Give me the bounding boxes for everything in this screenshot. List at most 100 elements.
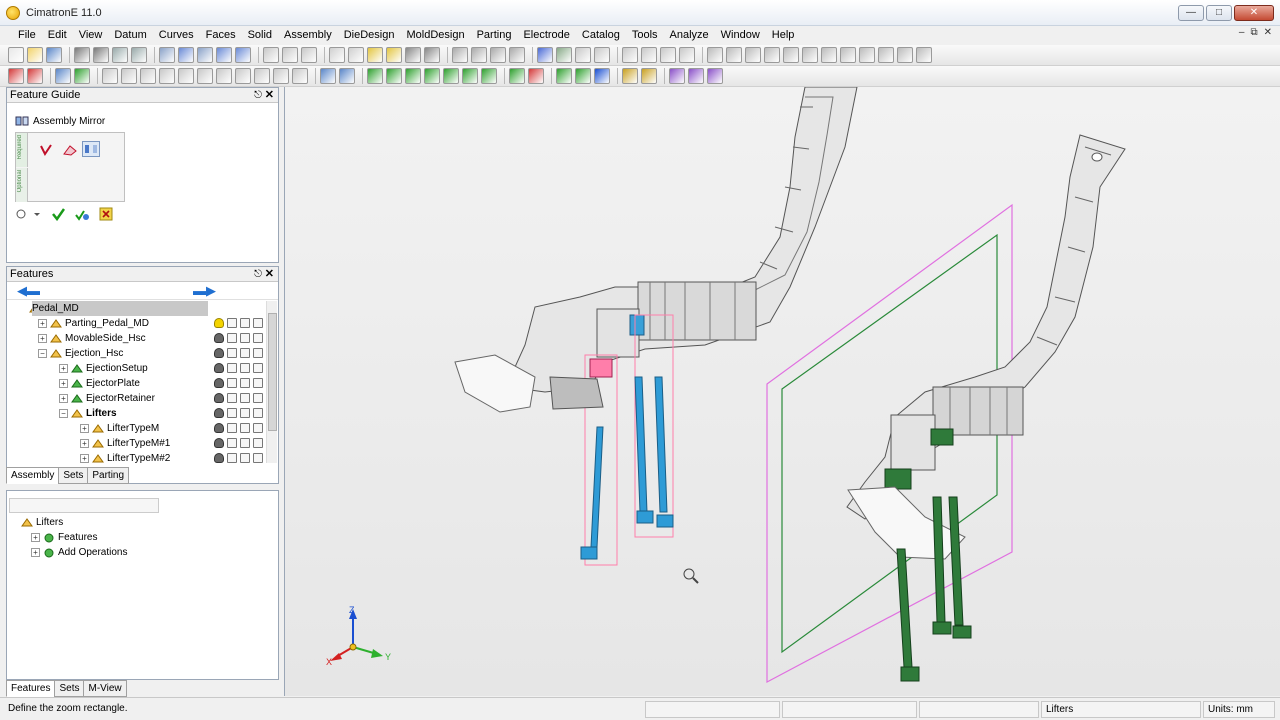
secondary-tool-16-icon[interactable] bbox=[292, 68, 308, 84]
filter-field[interactable] bbox=[9, 498, 159, 513]
tree-item[interactable]: + MovableSide_Hsc bbox=[7, 331, 269, 346]
main-tool-24-icon[interactable] bbox=[424, 47, 440, 63]
lower-tab-sets[interactable]: Sets bbox=[54, 680, 85, 697]
activate-icon[interactable] bbox=[227, 318, 237, 328]
secondary-tool-27-icon[interactable] bbox=[481, 68, 497, 84]
link-icon[interactable] bbox=[253, 393, 263, 403]
tree-item[interactable]: + LifterTypeM bbox=[7, 421, 269, 436]
menu-solid[interactable]: Solid bbox=[242, 26, 278, 44]
secondary-tool-3-icon[interactable] bbox=[55, 68, 71, 84]
main-tool-17-icon[interactable] bbox=[301, 47, 317, 63]
secondary-tool-9-icon[interactable] bbox=[159, 68, 175, 84]
menu-curves[interactable]: Curves bbox=[153, 26, 200, 44]
collapse-icon[interactable]: − bbox=[38, 349, 47, 358]
select-plane-step-icon[interactable] bbox=[62, 143, 78, 157]
doc-close-icon[interactable]: ✕ bbox=[1264, 27, 1272, 38]
secondary-tool-29-icon[interactable] bbox=[509, 68, 525, 84]
secondary-tool-30-icon[interactable] bbox=[528, 68, 544, 84]
link-icon[interactable] bbox=[253, 423, 263, 433]
preview-options-icon[interactable] bbox=[15, 208, 41, 220]
activate-icon[interactable] bbox=[227, 348, 237, 358]
model-view[interactable]: Z Y X bbox=[285, 87, 1280, 696]
display-mode-icon[interactable] bbox=[240, 378, 250, 388]
activate-icon[interactable] bbox=[227, 408, 237, 418]
menu-diedesign[interactable]: DieDesign bbox=[338, 26, 401, 44]
link-icon[interactable] bbox=[253, 348, 263, 358]
secondary-tool-18-icon[interactable] bbox=[320, 68, 336, 84]
visibility-bulb-icon[interactable] bbox=[214, 408, 224, 418]
apply-icon[interactable] bbox=[51, 207, 65, 221]
activate-icon[interactable] bbox=[227, 393, 237, 403]
menu-faces[interactable]: Faces bbox=[200, 26, 242, 44]
tree-item[interactable]: − Lifters bbox=[7, 406, 269, 421]
features-tab-parting[interactable]: Parting bbox=[87, 467, 130, 484]
secondary-tool-6-icon[interactable] bbox=[102, 68, 118, 84]
secondary-tool-1-icon[interactable] bbox=[27, 68, 43, 84]
main-tool-34-icon[interactable] bbox=[594, 47, 610, 63]
visibility-bulb-icon[interactable] bbox=[214, 423, 224, 433]
main-tool-1-icon[interactable] bbox=[27, 47, 43, 63]
main-tool-50-icon[interactable] bbox=[878, 47, 894, 63]
graphics-viewport[interactable]: Z Y X bbox=[284, 87, 1280, 696]
main-tool-45-icon[interactable] bbox=[783, 47, 799, 63]
menu-tools[interactable]: Tools bbox=[626, 26, 664, 44]
collapse-icon[interactable]: − bbox=[59, 409, 68, 418]
main-tool-21-icon[interactable] bbox=[367, 47, 383, 63]
secondary-tool-26-icon[interactable] bbox=[462, 68, 478, 84]
display-mode-icon[interactable] bbox=[240, 363, 250, 373]
main-tool-29-icon[interactable] bbox=[509, 47, 525, 63]
secondary-tool-7-icon[interactable] bbox=[121, 68, 137, 84]
features-tab-sets[interactable]: Sets bbox=[58, 467, 89, 484]
lower-tab-m-view[interactable]: M-View bbox=[83, 680, 127, 697]
close-icon[interactable]: ✕ bbox=[265, 267, 274, 282]
main-tool-32-icon[interactable] bbox=[556, 47, 572, 63]
menu-assembly[interactable]: Assembly bbox=[278, 26, 338, 44]
maximize-button[interactable]: □ bbox=[1206, 5, 1232, 21]
display-mode-icon[interactable] bbox=[240, 423, 250, 433]
activate-icon[interactable] bbox=[227, 423, 237, 433]
link-icon[interactable] bbox=[253, 408, 263, 418]
main-tool-5-icon[interactable] bbox=[93, 47, 109, 63]
visibility-bulb-icon[interactable] bbox=[214, 318, 224, 328]
display-mode-icon[interactable] bbox=[240, 408, 250, 418]
expand-icon[interactable]: + bbox=[59, 394, 68, 403]
main-tool-12-icon[interactable] bbox=[216, 47, 232, 63]
pin-icon[interactable]: ⎋ bbox=[254, 267, 262, 282]
tree-item[interactable]: Pedal_MD bbox=[7, 301, 269, 316]
main-tool-28-icon[interactable] bbox=[490, 47, 506, 63]
main-tool-33-icon[interactable] bbox=[575, 47, 591, 63]
doc-minimize-icon[interactable]: – bbox=[1239, 27, 1245, 38]
link-icon[interactable] bbox=[253, 333, 263, 343]
visibility-bulb-icon[interactable] bbox=[214, 453, 224, 463]
main-tool-0-icon[interactable] bbox=[8, 47, 24, 63]
main-tool-36-icon[interactable] bbox=[622, 47, 638, 63]
expand-icon[interactable]: + bbox=[38, 334, 47, 343]
expand-icon[interactable]: + bbox=[31, 533, 40, 542]
main-tool-42-icon[interactable] bbox=[726, 47, 742, 63]
menu-file[interactable]: File bbox=[12, 26, 42, 44]
main-tool-22-icon[interactable] bbox=[386, 47, 402, 63]
menu-view[interactable]: View bbox=[73, 26, 109, 44]
main-tool-7-icon[interactable] bbox=[131, 47, 147, 63]
back-arrow-icon[interactable]: ◀▬ bbox=[17, 284, 40, 297]
main-tool-48-icon[interactable] bbox=[840, 47, 856, 63]
apply-and-continue-icon[interactable] bbox=[75, 207, 89, 221]
minimize-button[interactable]: — bbox=[1178, 5, 1204, 21]
main-tool-41-icon[interactable] bbox=[707, 47, 723, 63]
scrollbar-thumb[interactable] bbox=[268, 313, 277, 431]
display-mode-icon[interactable] bbox=[240, 348, 250, 358]
expand-icon[interactable]: + bbox=[31, 548, 40, 557]
link-icon[interactable] bbox=[253, 438, 263, 448]
forward-arrow-icon[interactable]: ▬▶ bbox=[193, 284, 216, 297]
secondary-tool-12-icon[interactable] bbox=[216, 68, 232, 84]
expand-icon[interactable]: + bbox=[80, 424, 89, 433]
main-tool-43-icon[interactable] bbox=[745, 47, 761, 63]
main-tool-23-icon[interactable] bbox=[405, 47, 421, 63]
main-tool-44-icon[interactable] bbox=[764, 47, 780, 63]
menu-datum[interactable]: Datum bbox=[108, 26, 152, 44]
menu-edit[interactable]: Edit bbox=[42, 26, 73, 44]
tree-item[interactable]: + Add Operations bbox=[7, 545, 267, 560]
display-mode-icon[interactable] bbox=[240, 318, 250, 328]
secondary-tool-39-icon[interactable] bbox=[669, 68, 685, 84]
secondary-tool-19-icon[interactable] bbox=[339, 68, 355, 84]
